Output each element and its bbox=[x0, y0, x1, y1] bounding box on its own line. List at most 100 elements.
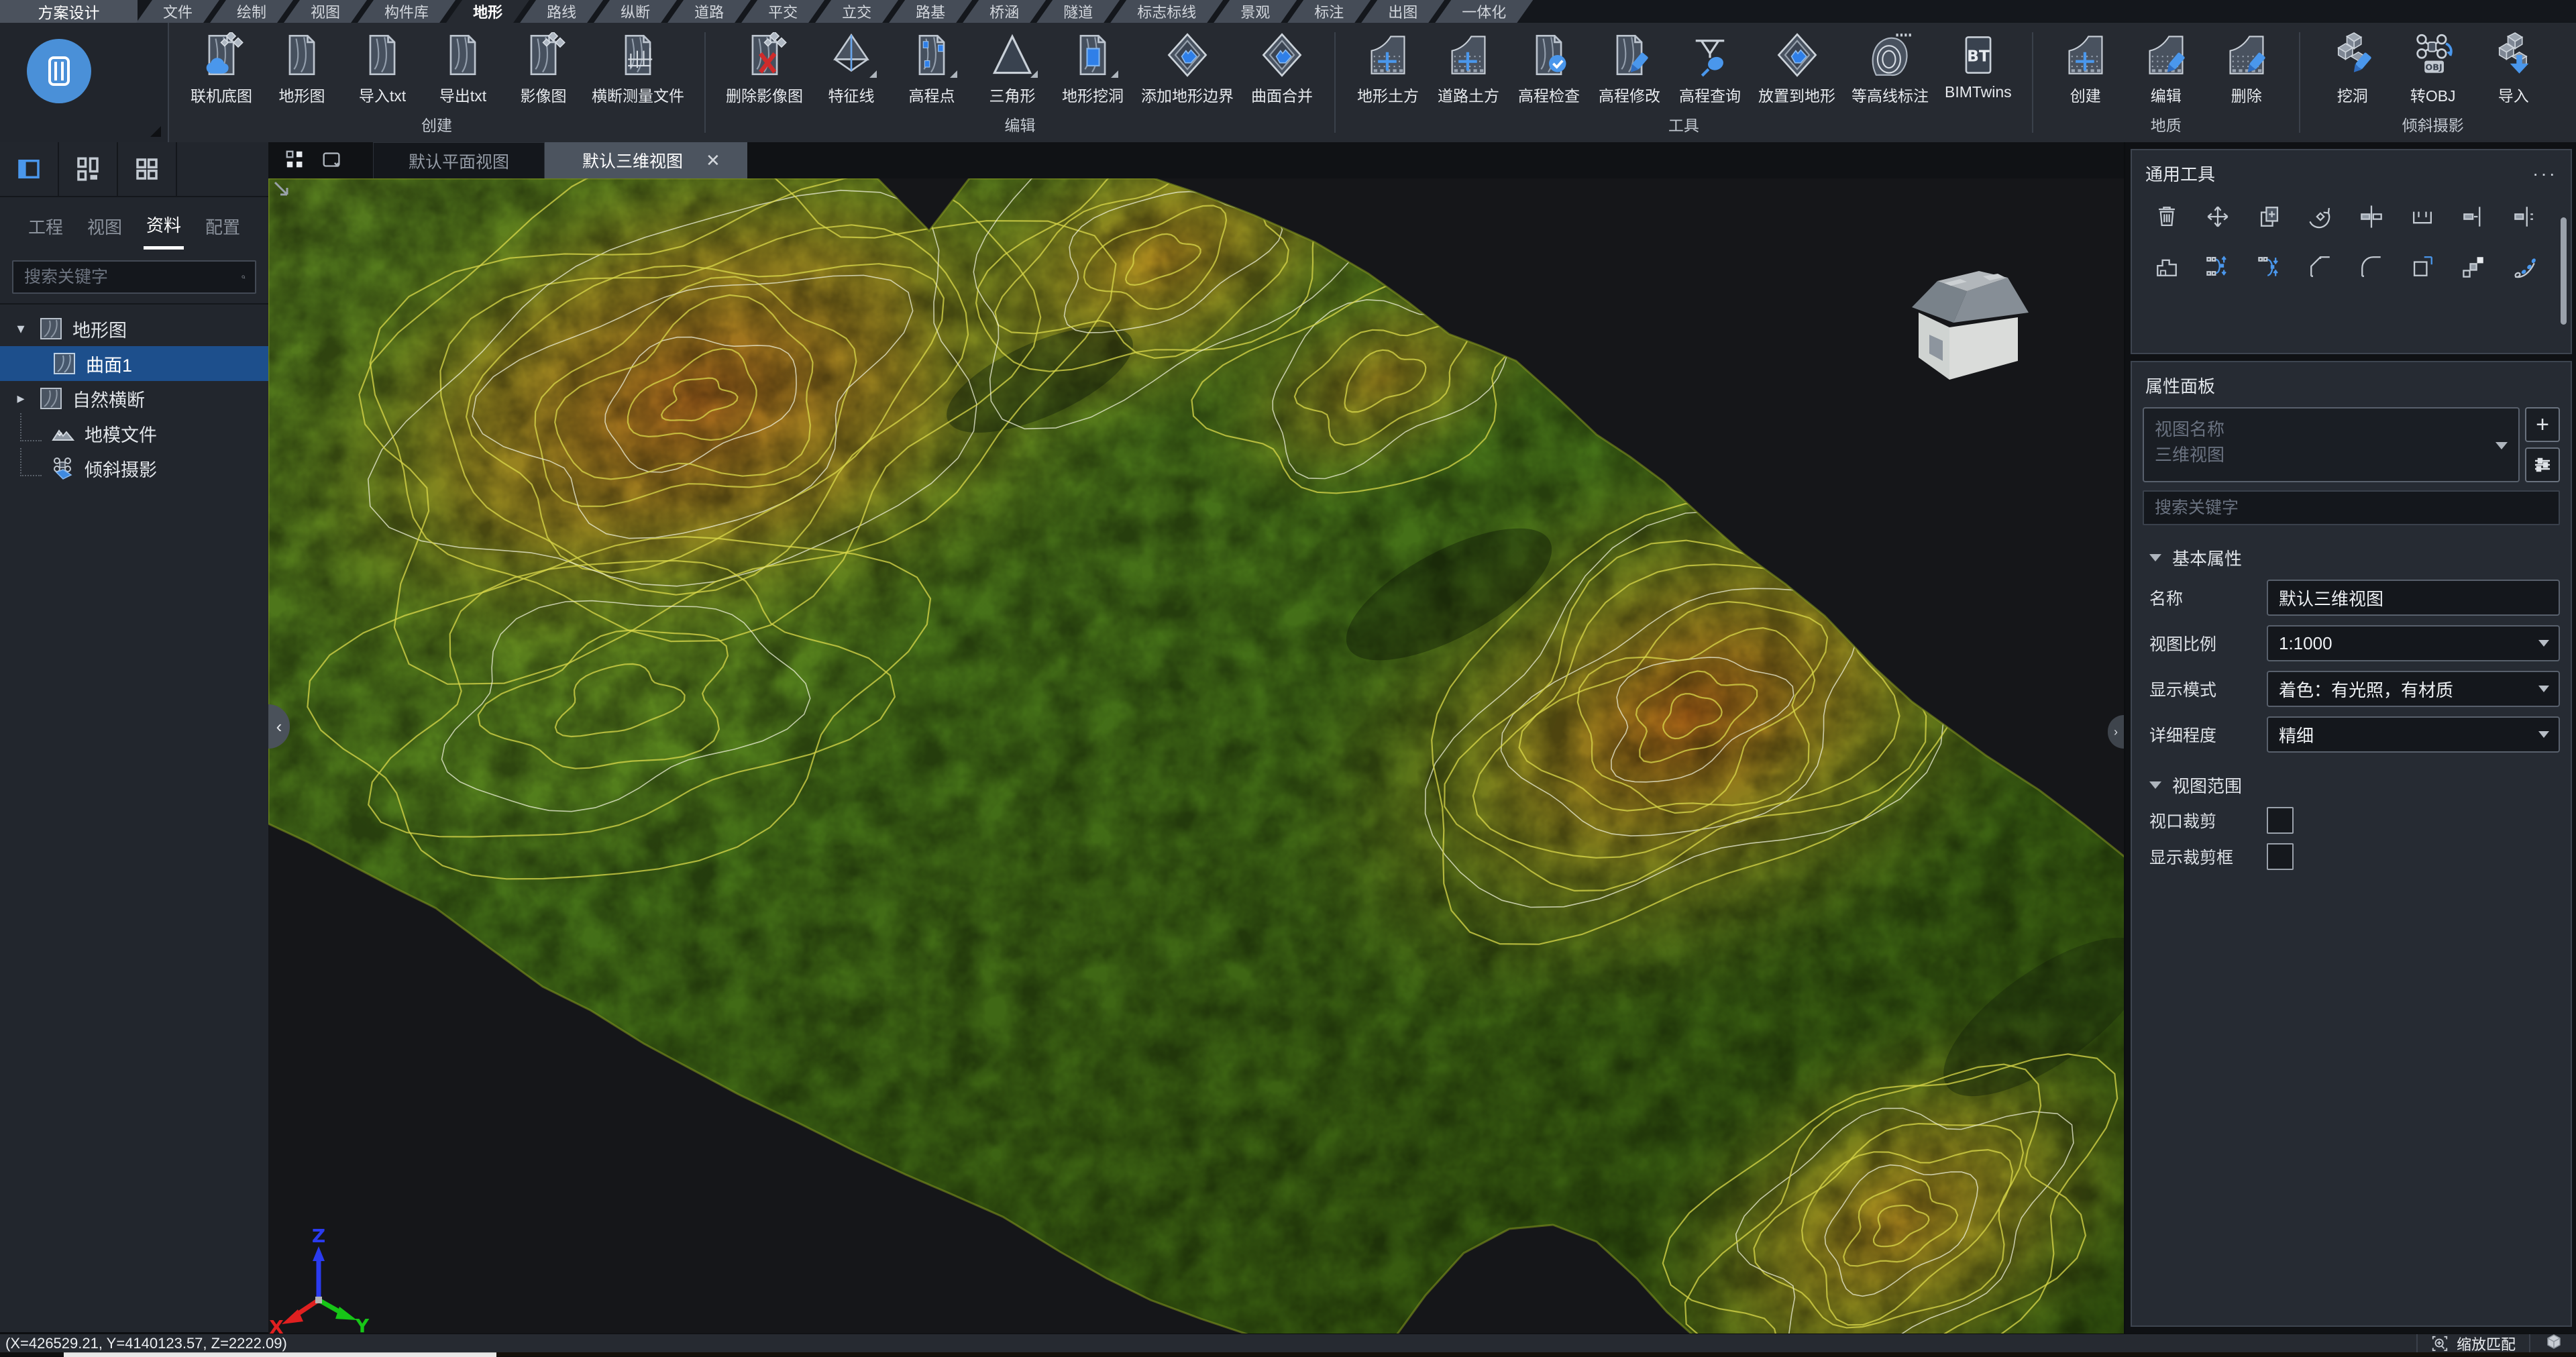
tools-scrollbar[interactable] bbox=[2561, 217, 2567, 325]
triangle-button[interactable]: 三角形 bbox=[973, 32, 1051, 106]
imagery-button[interactable]: 影像图 bbox=[504, 32, 582, 106]
menu-item-integration[interactable]: 一体化 bbox=[1435, 0, 1533, 23]
tree-item-oblique-photo[interactable]: 倾斜摄影 bbox=[0, 451, 268, 486]
sidebar-tab-config[interactable]: 配置 bbox=[203, 205, 243, 248]
fillet-icon[interactable] bbox=[2357, 252, 2386, 281]
app-brand[interactable]: 方案设计 bbox=[0, 0, 138, 23]
add-terrain-boundary-button[interactable]: 添加地形边界 bbox=[1134, 32, 1240, 106]
tree-item-terrain-map[interactable]: ▾ 地形图 bbox=[0, 311, 268, 346]
sidebar-tab-views[interactable]: 视图 bbox=[85, 205, 125, 248]
copy-icon[interactable] bbox=[2255, 202, 2284, 231]
feature-line-button[interactable]: 特征线 bbox=[812, 32, 890, 106]
show-clip-box-checkbox[interactable] bbox=[2267, 843, 2294, 870]
new-viewport-button[interactable] bbox=[314, 142, 350, 178]
trim-icon[interactable] bbox=[2357, 202, 2386, 231]
close-icon[interactable]: ✕ bbox=[706, 150, 720, 171]
view-cube-house[interactable] bbox=[1912, 271, 2029, 380]
terrain-hole-button[interactable]: 地形挖洞 bbox=[1054, 32, 1132, 106]
offset-split-icon[interactable] bbox=[2510, 202, 2540, 231]
geology-delete-button[interactable]: 删除 bbox=[2208, 32, 2286, 106]
menu-item-view[interactable]: 视图 bbox=[284, 0, 367, 23]
tab-3d-view[interactable]: 默认三维视图 ✕ bbox=[545, 142, 747, 178]
oblique-hole-button[interactable]: 挖洞 bbox=[2314, 32, 2392, 106]
boundary-icon[interactable] bbox=[2152, 252, 2182, 281]
name-input[interactable]: 默认三维视图 bbox=[2267, 580, 2560, 616]
curve-lower-icon[interactable] bbox=[2255, 252, 2284, 281]
project-icon[interactable] bbox=[2408, 202, 2437, 231]
menu-item-tunnel[interactable]: 隧道 bbox=[1036, 0, 1120, 23]
viewport-clip-checkbox[interactable] bbox=[2267, 807, 2294, 834]
offset-icon[interactable] bbox=[2459, 202, 2489, 231]
surface-merge-button[interactable]: 曲面合并 bbox=[1243, 32, 1321, 106]
menu-item-interchange[interactable]: 立交 bbox=[815, 0, 898, 23]
chamfer-icon[interactable] bbox=[2306, 252, 2335, 281]
menu-item-annotation[interactable]: 标注 bbox=[1287, 0, 1371, 23]
fit-curve-icon[interactable] bbox=[2510, 252, 2540, 281]
menu-item-landscape[interactable]: 景观 bbox=[1214, 0, 1297, 23]
tree-item-natural-section[interactable]: ▸ 自然横断 bbox=[0, 381, 268, 416]
elevation-modify-button[interactable]: 高程修改 bbox=[1591, 32, 1668, 106]
menu-item-route[interactable]: 路线 bbox=[520, 0, 603, 23]
filter-settings-button[interactable] bbox=[2525, 447, 2560, 482]
panel-expander-corner[interactable] bbox=[150, 126, 161, 137]
export-txt-button[interactable]: 导出txt bbox=[424, 32, 502, 106]
section-view-range[interactable]: 视图范围 bbox=[2149, 773, 2553, 798]
sidebar-search[interactable] bbox=[12, 260, 256, 294]
menu-item-terrain[interactable]: 地形 bbox=[446, 0, 529, 23]
chevron-right-icon[interactable]: ▸ bbox=[12, 390, 30, 407]
menu-item-bridge[interactable]: 桥涵 bbox=[963, 0, 1046, 23]
viewport-canvas[interactable]: Z X Y ‹ › bbox=[268, 178, 2124, 1334]
app-menu-button[interactable] bbox=[27, 39, 91, 103]
oblique-import-button[interactable]: 导入 bbox=[2475, 32, 2553, 106]
menu-item-at-grade[interactable]: 平交 bbox=[741, 0, 824, 23]
terrain-map-button[interactable]: 地形图 bbox=[263, 32, 341, 106]
properties-search-input[interactable] bbox=[2153, 498, 2549, 519]
trash-icon[interactable] bbox=[2152, 202, 2182, 231]
menu-item-subgrade[interactable]: 路基 bbox=[889, 0, 972, 23]
online-basemap-button[interactable]: 联机底图 bbox=[182, 32, 260, 106]
sidebar-tab-project[interactable]: 工程 bbox=[25, 205, 66, 248]
geology-edit-button[interactable]: 编辑 bbox=[2127, 32, 2205, 106]
layout-grid-button[interactable] bbox=[118, 142, 177, 196]
geology-create-button[interactable]: 创建 bbox=[2047, 32, 2125, 106]
delete-imagery-button[interactable]: 删除影像图 bbox=[719, 32, 810, 106]
view-selector[interactable]: 视图名称 三维视图 bbox=[2143, 407, 2520, 482]
overflow-menu-icon[interactable]: ··· bbox=[2532, 163, 2557, 184]
tab-plan-view[interactable]: 默认平面视图 bbox=[373, 142, 545, 178]
menu-item-file[interactable]: 文件 bbox=[136, 0, 219, 23]
contour-label-button[interactable]: 等高线标注 bbox=[1845, 32, 1935, 106]
detail-level-select[interactable]: 精细 bbox=[2267, 716, 2560, 753]
elevation-query-button[interactable]: 高程查询 bbox=[1671, 32, 1749, 106]
menu-item-signs[interactable]: 标志标线 bbox=[1110, 0, 1223, 23]
cross-section-file-button[interactable]: 横断测量文件 bbox=[585, 32, 691, 106]
place-on-terrain-button[interactable]: 放置到地形 bbox=[1752, 32, 1842, 106]
rotate-icon[interactable] bbox=[2306, 202, 2335, 231]
road-earthwork-button[interactable]: 道路土方 bbox=[1430, 32, 1507, 106]
scale-select[interactable]: 1:1000 bbox=[2267, 625, 2560, 661]
bimtwins-button[interactable]: BIMTwins bbox=[1938, 32, 2019, 101]
layout-split-button[interactable] bbox=[59, 142, 118, 196]
display-mode-select[interactable]: 着色：有光照，有材质 bbox=[2267, 671, 2560, 707]
menu-item-library[interactable]: 构件库 bbox=[358, 0, 455, 23]
chevron-down-icon[interactable]: ▾ bbox=[12, 320, 30, 337]
zoom-fit-button[interactable]: 缩放匹配 bbox=[2431, 1333, 2516, 1354]
menu-item-road[interactable]: 道路 bbox=[667, 0, 751, 23]
menu-item-profile[interactable]: 纵断 bbox=[594, 0, 677, 23]
sidebar-tab-data[interactable]: 资料 bbox=[144, 203, 184, 250]
menu-item-plot[interactable]: 出图 bbox=[1361, 0, 1444, 23]
elevation-point-button[interactable]: 高程点 bbox=[893, 32, 971, 106]
elevation-check-button[interactable]: 高程检查 bbox=[1510, 32, 1588, 106]
add-view-button[interactable]: + bbox=[2525, 407, 2560, 442]
sidebar-search-input[interactable] bbox=[23, 267, 241, 288]
menu-item-draw[interactable]: 绘制 bbox=[210, 0, 293, 23]
properties-search[interactable] bbox=[2143, 490, 2560, 525]
layout-single-button[interactable] bbox=[0, 142, 59, 196]
tree-item-terrain-model[interactable]: 地模文件 bbox=[0, 416, 268, 451]
move-icon[interactable] bbox=[2203, 202, 2233, 231]
curve-raise-icon[interactable] bbox=[2203, 252, 2233, 281]
scale-icon[interactable] bbox=[2408, 252, 2437, 281]
step-array-icon[interactable] bbox=[2459, 252, 2489, 281]
import-txt-button[interactable]: 导入txt bbox=[343, 32, 421, 106]
tree-item-surface1[interactable]: 曲面1 bbox=[0, 346, 268, 381]
to-obj-button[interactable]: 转OBJ bbox=[2394, 32, 2472, 106]
